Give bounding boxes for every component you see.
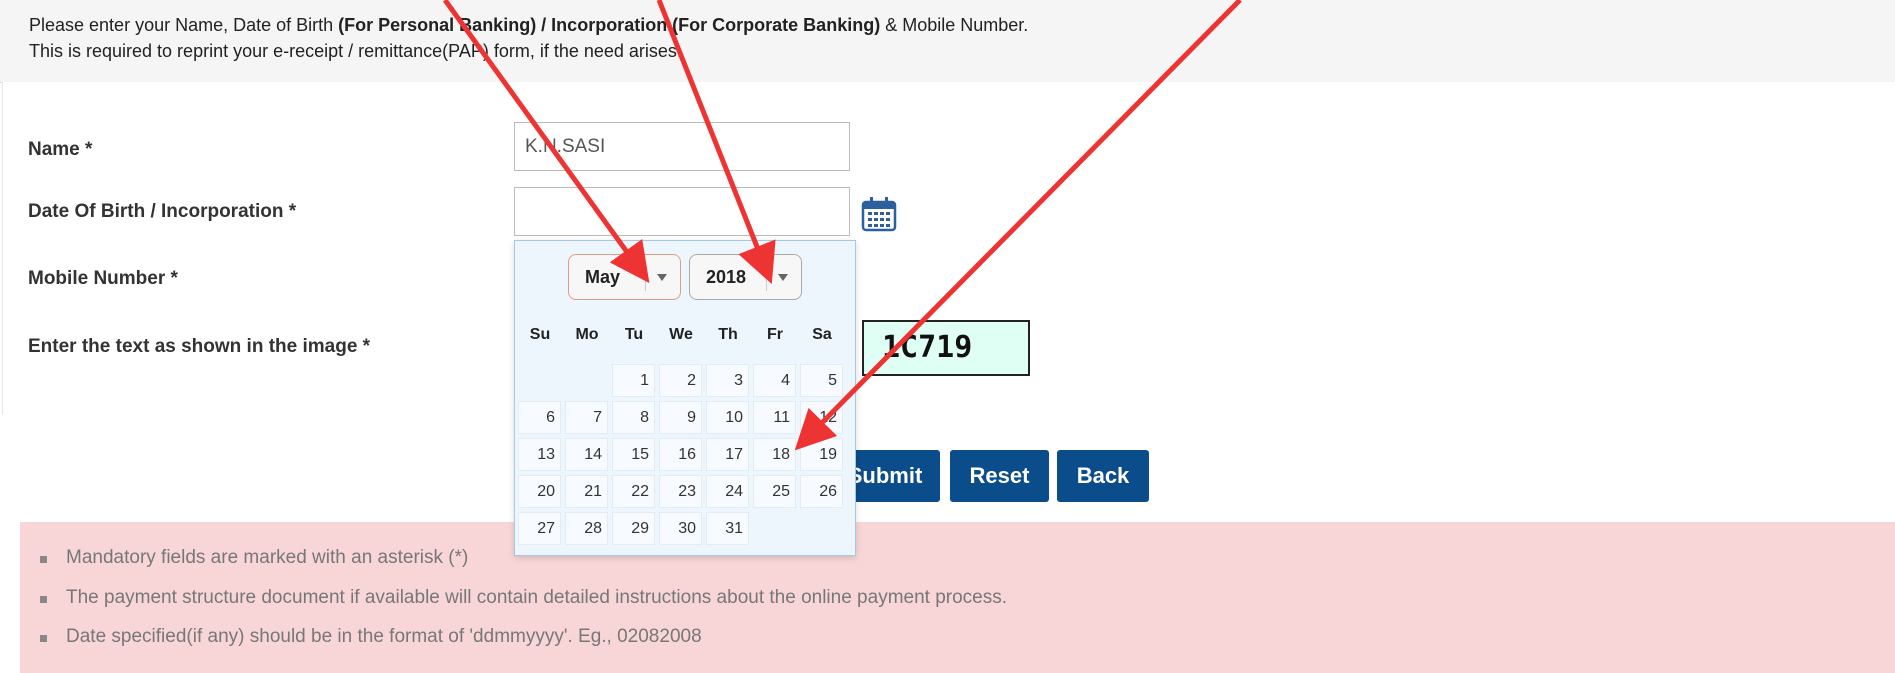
calendar-day[interactable]: 26 [800, 475, 843, 508]
bullet-icon [40, 596, 47, 603]
calendar-day[interactable]: 1 [612, 364, 655, 397]
calendar-day[interactable]: 14 [565, 438, 608, 471]
notes-panel: Mandatory fields are marked with an aste… [20, 522, 1895, 673]
calendar-day[interactable]: 9 [659, 401, 702, 434]
datepicker-popup: May 2018 Su Mo Tu We Th Fr Sa 1 2 3 4 5 6 7 8 9 10 11 12 13… [514, 240, 856, 556]
calendar-day[interactable]: 27 [518, 512, 561, 545]
calendar-day[interactable]: 12 [800, 401, 843, 434]
select-divider [766, 263, 767, 291]
dob-input[interactable] [514, 187, 850, 236]
info-line-1-start: Please enter your Name, Date of Birth [29, 15, 339, 35]
info-line-2: This is required to reprint your e-recei… [29, 41, 682, 61]
calendar-day[interactable]: 29 [612, 512, 655, 545]
captcha-label: Enter the text as shown in the image * [28, 336, 371, 357]
calendar-day[interactable]: 18 [753, 438, 796, 471]
calendar-day[interactable]: 10 [706, 401, 749, 434]
calendar-day[interactable]: 31 [706, 512, 749, 545]
weekday-header: Mo [575, 326, 599, 343]
weekday-header: Sa [812, 326, 832, 343]
weekday-header: Th [718, 326, 738, 343]
back-button[interactable]: Back [1057, 450, 1149, 502]
bullet-icon [40, 556, 47, 563]
calendar-day[interactable]: 8 [612, 401, 655, 434]
mobile-label: Mobile Number * [28, 268, 178, 289]
reset-button[interactable]: Reset [950, 450, 1049, 502]
calendar-day[interactable]: 21 [565, 475, 608, 508]
weekday-header: Su [529, 326, 551, 343]
calendar-day[interactable]: 5 [800, 364, 843, 397]
dob-label: Date Of Birth / Incorporation * [28, 201, 297, 222]
note-text: Date specified(if any) should be in the … [66, 626, 702, 647]
captcha-image: 1C719 [862, 320, 1030, 376]
note-text: The payment structure document if availa… [66, 587, 1008, 608]
info-line-1-bold: (For Personal Banking) / Incorporation (… [338, 15, 881, 35]
calendar-day[interactable]: 2 [659, 364, 702, 397]
calendar-day[interactable]: 3 [706, 364, 749, 397]
calendar-day[interactable]: 25 [753, 475, 796, 508]
bullet-icon [40, 635, 47, 642]
month-value: May [585, 267, 621, 287]
calendar-day[interactable]: 17 [706, 438, 749, 471]
calendar-day[interactable]: 4 [753, 364, 796, 397]
info-line-1-end: & Mobile Number. [880, 15, 1029, 35]
calendar-day[interactable]: 20 [518, 475, 561, 508]
calendar-day[interactable]: 24 [706, 475, 749, 508]
calendar-day[interactable]: 13 [518, 438, 561, 471]
note-item: The payment structure document if availa… [40, 587, 1008, 609]
calendar-day[interactable]: 30 [659, 512, 702, 545]
calendar-day[interactable]: 28 [565, 512, 608, 545]
calendar-day[interactable]: 23 [659, 475, 702, 508]
calendar-day[interactable]: 7 [565, 401, 608, 434]
calendar-day[interactable]: 19 [800, 438, 843, 471]
month-select[interactable]: May [568, 254, 681, 300]
weekday-header: Tu [624, 326, 644, 343]
calendar-day[interactable]: 6 [518, 401, 561, 434]
info-line-1: Please enter your Name, Date of Birth (F… [29, 15, 1028, 36]
info-bar: Please enter your Name, Date of Birth (F… [0, 0, 1895, 83]
calendar-icon[interactable] [860, 196, 898, 232]
chevron-down-icon [778, 274, 788, 281]
note-text: Mandatory fields are marked with an aste… [66, 547, 469, 568]
year-select[interactable]: 2018 [689, 254, 802, 300]
select-divider [645, 263, 646, 291]
weekday-header: We [669, 326, 693, 343]
weekday-header: Fr [767, 326, 783, 343]
note-item: Date specified(if any) should be in the … [40, 626, 702, 648]
calendar-day[interactable]: 11 [753, 401, 796, 434]
name-label: Name * [28, 139, 93, 160]
chevron-down-icon [657, 274, 667, 281]
note-item: Mandatory fields are marked with an aste… [40, 547, 469, 569]
calendar-day[interactable]: 16 [659, 438, 702, 471]
year-value: 2018 [706, 267, 747, 287]
calendar-day[interactable]: 22 [612, 475, 655, 508]
name-input[interactable] [514, 122, 850, 171]
calendar-day[interactable]: 15 [612, 438, 655, 471]
